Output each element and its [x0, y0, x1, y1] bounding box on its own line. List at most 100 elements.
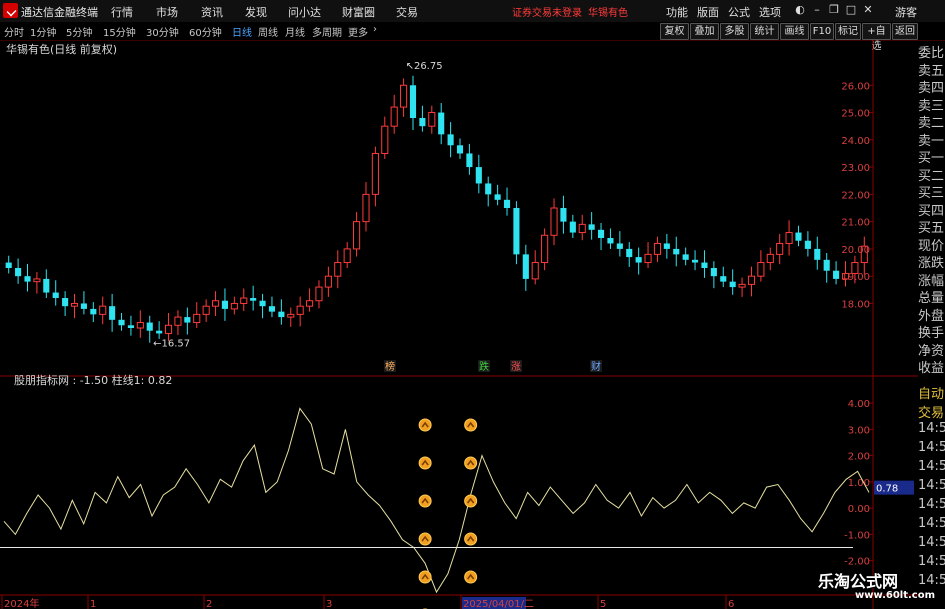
candle-body: [814, 248, 821, 260]
adjust-button[interactable]: 复权: [660, 23, 689, 40]
back-button[interactable]: 返回: [892, 23, 918, 40]
period-5min[interactable]: 5分钟: [66, 24, 92, 39]
period-30min[interactable]: 30分钟: [146, 24, 179, 39]
add-watchlist-button[interactable]: +自选: [862, 23, 891, 52]
event-marker: 涨: [511, 361, 521, 373]
candle-body: [296, 305, 304, 315]
menu-news[interactable]: 资讯: [201, 4, 223, 20]
date-label: 3: [326, 599, 332, 609]
side-panel-label: 收益: [918, 361, 945, 376]
side-panel-trade-label: 14:56: [918, 421, 945, 436]
candle-body: [419, 118, 426, 127]
event-marker: 跌: [479, 360, 489, 373]
candle-body: [24, 276, 31, 282]
candle-body: [833, 270, 840, 279]
period-daily[interactable]: 日线: [232, 24, 252, 39]
candle-body: [503, 199, 511, 208]
menu-options[interactable]: 选项: [759, 4, 781, 20]
menu-ask[interactable]: 问小达: [288, 4, 321, 20]
date-label: 5: [600, 599, 606, 609]
candle-body: [15, 268, 22, 277]
candle-body: [43, 278, 50, 293]
multi-stock-button[interactable]: 多股: [720, 23, 749, 40]
candle-body: [174, 316, 182, 326]
low-price-label: ←16.57: [153, 338, 190, 349]
menu-fortune[interactable]: 财富圈: [342, 4, 375, 20]
signal-marker: [418, 532, 432, 546]
price-tick-label: 18.00: [841, 299, 870, 310]
candle-body: [353, 221, 361, 250]
candle-body: [306, 300, 314, 307]
candle-body: [400, 84, 408, 108]
app-logo-icon: [3, 3, 18, 18]
stats-button[interactable]: 统计: [750, 23, 779, 40]
price-tick-label: 25.00: [841, 109, 870, 120]
signal-marker: [464, 456, 478, 470]
period-60min[interactable]: 60分钟: [189, 24, 222, 39]
login-status-text[interactable]: 证券交易未登录: [512, 4, 582, 19]
period-15min[interactable]: 15分钟: [103, 24, 136, 39]
candle-body: [428, 112, 436, 127]
side-panel-label: 买三: [918, 186, 945, 201]
side-panel-label: 换手: [918, 326, 945, 341]
minimize-icon[interactable]: –: [810, 3, 824, 17]
period-1min[interactable]: 1分钟: [30, 24, 56, 39]
candle-body: [184, 317, 191, 323]
side-panel-label: 卖一: [918, 133, 945, 149]
candle-body: [607, 238, 614, 244]
candle-body: [616, 243, 623, 249]
event-marker: 榜: [385, 360, 395, 373]
candle-body: [456, 145, 464, 154]
skin-icon[interactable]: ◐: [793, 3, 807, 17]
side-panel-trade-label: 14:56: [918, 478, 945, 493]
side-panel-label: 卖五: [918, 63, 945, 79]
menu-trade[interactable]: 交易: [396, 4, 418, 20]
menu-quotes[interactable]: 行情: [111, 4, 133, 20]
overlay-button[interactable]: 叠加: [690, 23, 719, 40]
candle-body: [513, 208, 520, 255]
candle-body: [90, 308, 97, 315]
side-panel-trade-label[interactable]: 交易: [918, 402, 945, 421]
candle-body: [118, 319, 125, 326]
period-multi[interactable]: 多周期: [312, 24, 342, 39]
indicator-tick-label: 2.00: [848, 452, 870, 463]
menu-discover[interactable]: 发现: [245, 4, 267, 20]
candle-body: [757, 262, 765, 277]
candle-body: [663, 243, 670, 249]
side-panel-trade-label: 14:56: [918, 573, 945, 588]
menu-formula[interactable]: 公式: [728, 4, 750, 20]
side-panel-trade-label: 14:56: [918, 497, 945, 512]
menu-layout[interactable]: 版面: [697, 4, 719, 20]
side-panel-label: 买一: [918, 151, 945, 166]
candle-body: [447, 134, 454, 146]
guest-label[interactable]: 游客: [895, 4, 917, 20]
period-intraday[interactable]: 分时: [4, 24, 24, 39]
period-monthly[interactable]: 月线: [285, 24, 305, 39]
f10-button[interactable]: F10: [810, 23, 834, 40]
candle-body: [673, 248, 680, 255]
date-label: 2: [206, 599, 212, 609]
maximize-icon[interactable]: □: [844, 3, 858, 17]
side-panel-trade-label[interactable]: 自动: [918, 383, 945, 402]
more-chevron-icon[interactable]: ›: [373, 24, 377, 35]
side-panel-label: 净资: [918, 343, 945, 359]
period-more[interactable]: 更多: [348, 24, 368, 39]
watermark-url: www.60lt.com: [855, 590, 936, 601]
candle-body: [823, 259, 830, 271]
side-panel-label: 买四: [918, 203, 945, 219]
candle-body: [720, 276, 727, 282]
indicator-tick-label: -1.00: [844, 530, 870, 541]
period-weekly[interactable]: 周线: [258, 24, 278, 39]
menu-market[interactable]: 市场: [156, 4, 178, 20]
close-icon[interactable]: ✕: [861, 3, 875, 17]
candle-body: [466, 153, 473, 168]
menu-function[interactable]: 功能: [666, 4, 688, 20]
candle-body: [804, 240, 811, 249]
restore-icon[interactable]: ❐: [827, 3, 841, 17]
indicator-tick-label: 4.00: [848, 399, 870, 410]
mark-button[interactable]: 标记: [835, 23, 861, 40]
draw-button[interactable]: 画线: [780, 23, 809, 40]
candle-body: [278, 311, 285, 318]
event-marker: 财: [591, 360, 601, 373]
kline-chart[interactable]: 华锡有色(日线 前复权) 26.0025.0024.0023.0022.0021…: [0, 40, 918, 609]
